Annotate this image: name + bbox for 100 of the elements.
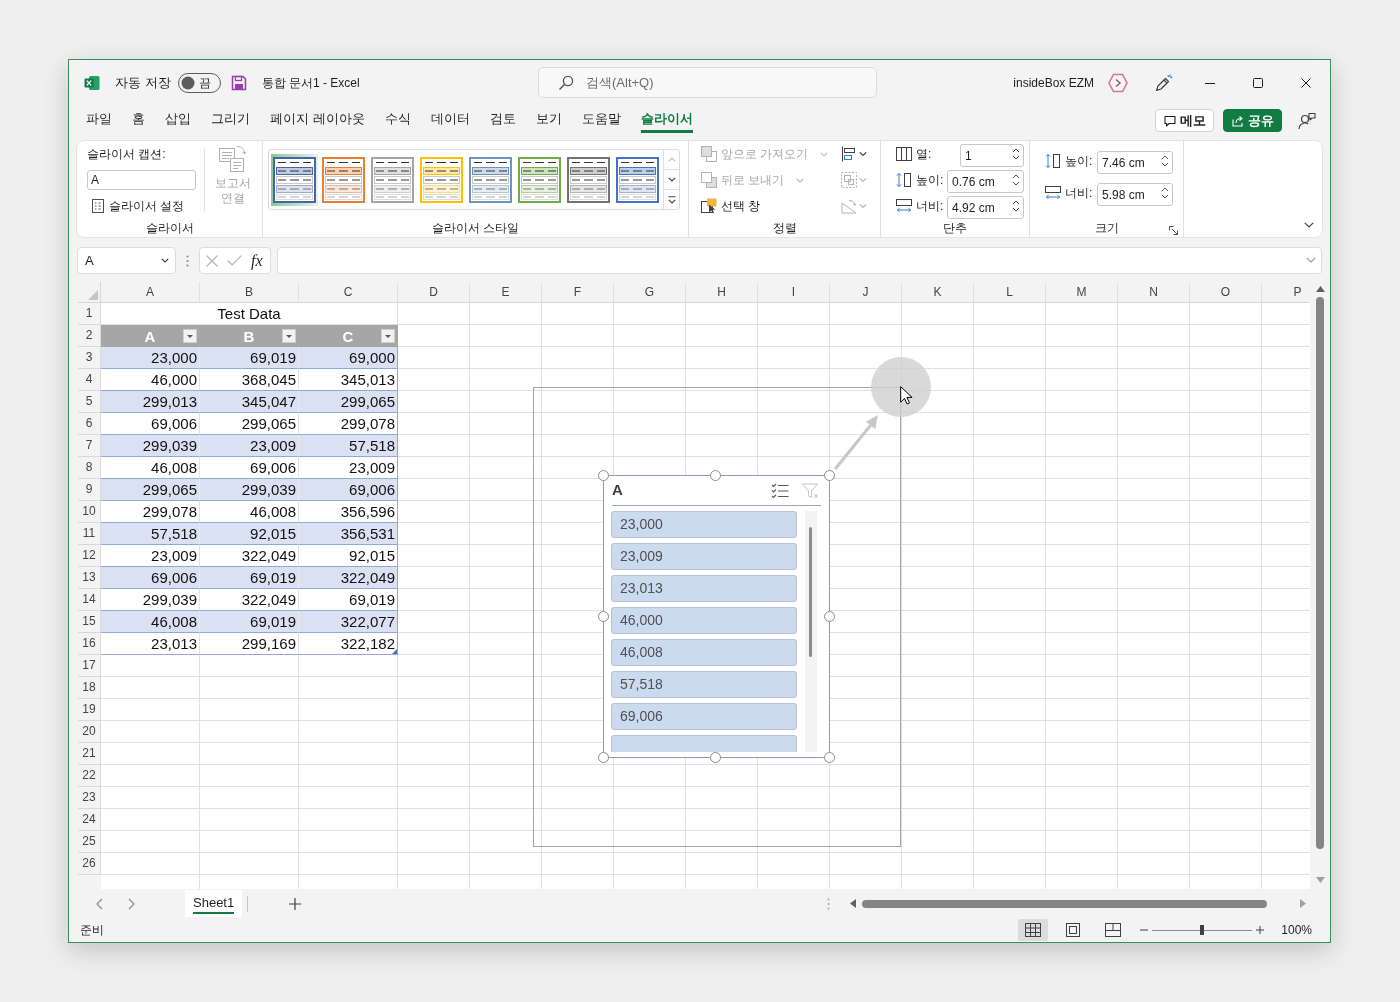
number-field[interactable]: 7.46 cm [1097,151,1173,174]
vertical-dots-icon[interactable] [827,897,830,910]
scroll-down-icon[interactable] [1315,877,1325,883]
row-header[interactable]: 12 [78,545,101,567]
row-header[interactable]: 1 [78,303,101,325]
column-header[interactable]: F [542,282,614,302]
resize-handle[interactable] [824,611,835,622]
row-header[interactable]: 18 [78,677,101,699]
column-header[interactable]: J [830,282,902,302]
align-left-icon[interactable] [841,146,867,162]
person-chat-icon[interactable] [1298,111,1316,130]
row-header[interactable]: 20 [78,721,101,743]
ribbon-tab[interactable]: 파일 [86,105,112,133]
style-swatch-icon[interactable] [271,153,318,206]
slicer-item[interactable]: 23,013 [611,575,797,602]
number-field[interactable]: 4.92 cm [947,196,1024,219]
ribbon-tab[interactable]: 데이터 [430,105,470,133]
slicer-item[interactable]: 69,006 [611,703,797,730]
slicer-settings-button[interactable]: 슬라이서 설정 [87,196,185,216]
comments-button[interactable]: 메모 [1155,109,1214,132]
spin-arrows-icon[interactable] [1012,173,1020,186]
column-header[interactable]: C [299,282,398,302]
caret-icon[interactable] [1304,222,1314,228]
zoom-in-icon[interactable] [1256,926,1265,934]
sheet-tab[interactable]: Sheet1 [185,890,243,917]
column-header[interactable]: B [200,282,299,302]
column-header[interactable]: L [974,282,1046,302]
column-header[interactable]: E [470,282,542,302]
scroll-right-icon[interactable] [1300,899,1306,908]
spin-arrows-icon[interactable] [1161,186,1169,199]
chevron-left-icon[interactable] [96,897,103,910]
formula-field[interactable] [277,247,1322,274]
column-header[interactable]: N [1118,282,1190,302]
row-header[interactable]: 14 [78,589,101,611]
column-header[interactable]: I [758,282,830,302]
scroll-up-icon[interactable] [1315,286,1325,292]
row-header[interactable]: 7 [78,435,101,457]
spin-arrows-icon[interactable] [1012,199,1020,212]
slicer-item[interactable]: 23,009 [611,543,797,570]
resize-handle[interactable] [710,470,721,481]
resize-handle[interactable] [598,752,609,763]
row-header[interactable]: 23 [78,787,101,809]
row-header[interactable]: 6 [78,413,101,435]
ribbon-tab[interactable]: 삽입 [165,105,191,133]
expand-gallery-icon[interactable] [667,195,676,204]
number-field[interactable]: 0.76 cm [947,170,1024,193]
scroll-left-icon[interactable] [850,899,856,908]
slicer-item[interactable]: 46,000 [611,607,797,634]
zoom-level[interactable]: 100% [1281,921,1312,939]
ribbon-tab[interactable]: 그리기 [211,105,250,133]
spin-arrows-icon[interactable] [1161,154,1169,167]
row-header[interactable]: 10 [78,501,101,523]
ribbon-tab[interactable]: 검토 [489,105,516,133]
row-header[interactable]: 25 [78,831,101,853]
row-header[interactable]: 5 [78,391,101,413]
slicer-item[interactable]: 46,008 [611,639,797,666]
chevron-right-icon[interactable] [128,897,135,910]
row-header[interactable]: 4 [78,369,101,391]
function-button[interactable]: fx [251,251,263,270]
row-header[interactable]: 24 [78,809,101,831]
plus-icon[interactable] [289,897,302,910]
dropdown-icon[interactable] [282,329,296,343]
caption-field[interactable]: A [87,170,196,190]
column-header[interactable]: G [614,282,686,302]
ribbon-tab[interactable]: 보기 [535,105,562,133]
caret-icon[interactable] [161,258,169,263]
resize-handle[interactable] [598,470,609,481]
ribbon-tab[interactable]: 슬라이서 [640,105,693,133]
scrollbar-thumb[interactable] [1316,297,1324,849]
vertical-dots-icon[interactable] [186,254,189,267]
row-header[interactable]: 8 [78,457,101,479]
row-header[interactable]: 21 [78,743,101,765]
normal-view-icon[interactable] [1018,919,1049,941]
row-header[interactable]: 15 [78,611,101,633]
number-field[interactable]: 1 [960,144,1024,167]
slicer-item[interactable]: 57,518 [611,671,797,698]
row-header[interactable]: 22 [78,765,101,787]
maximize-icon[interactable] [1253,77,1263,88]
number-field[interactable]: 5.98 cm [1097,183,1173,206]
zoom-out-icon[interactable] [1140,926,1149,934]
ribbon-tab[interactable]: 홈 [132,105,145,133]
dialog-launcher-icon[interactable] [1169,226,1178,235]
page-layout-icon[interactable] [1065,923,1082,937]
resize-handle[interactable] [710,752,721,763]
zoom-slider-thumb[interactable] [1200,925,1205,935]
share-button[interactable]: 공유 [1223,109,1282,132]
name-box[interactable]: A [77,247,176,274]
page-break-icon[interactable] [1105,923,1122,937]
pen-icon[interactable] [1155,73,1173,92]
profile-icon[interactable] [1108,72,1128,93]
search-field[interactable]: 검색(Alt+Q) [538,67,877,98]
row-header[interactable]: 17 [78,655,101,677]
column-header[interactable]: K [902,282,974,302]
row-header[interactable]: 9 [78,479,101,501]
scrollbar-thumb[interactable] [862,899,1267,908]
row-header[interactable]: 19 [78,699,101,721]
slicer-item[interactable]: 23,000 [611,511,797,538]
cancel-icon[interactable] [206,254,218,267]
dropdown-icon[interactable] [381,329,395,343]
row-header[interactable]: 13 [78,567,101,589]
